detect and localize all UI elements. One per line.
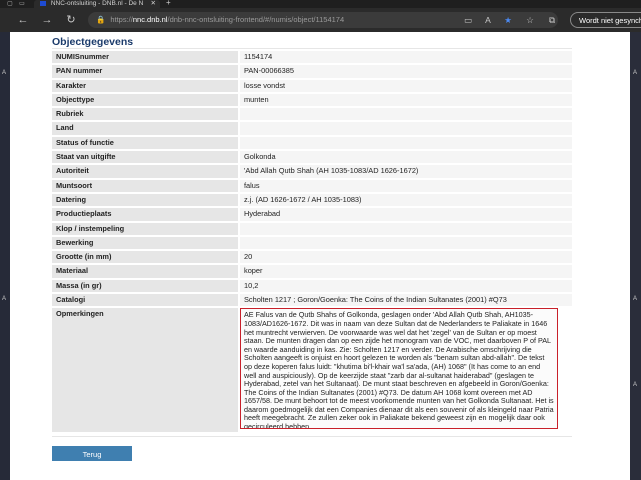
field-label: Klop / instempeling [52, 222, 238, 235]
page-content: Objectgegevens NUMISnummer 1154174 PAN num… [10, 32, 630, 480]
field-row: Land [52, 122, 572, 135]
desktop-label: A [2, 296, 7, 302]
field-label: NUMISnummer [52, 51, 238, 64]
field-label: Land [52, 122, 238, 135]
new-tab-icon[interactable]: + [166, 0, 171, 7]
cast-icon[interactable]: ▭ [462, 14, 474, 26]
object-details-table: NUMISnummer 1154174 PAN nummer PAN-00066385… [52, 51, 572, 434]
back-arrow-icon[interactable]: ← [16, 13, 30, 27]
field-value: munten [240, 93, 572, 107]
field-row: Grootte (in mm) 20 [52, 251, 572, 264]
forward-arrow-icon[interactable]: → [40, 13, 54, 27]
field-label: Datering [52, 193, 238, 207]
field-value: losse vondst [240, 79, 572, 92]
browser-tab-bar: ▢ ▭ NNC-ontsluiting - DNB.nl - De N ✕ + [0, 0, 641, 8]
field-label: Catalogi [52, 294, 238, 307]
field-row: Status of functie [52, 136, 572, 150]
field-label: Productieplaats [52, 208, 238, 221]
field-value: 1154174 [240, 51, 572, 64]
remarks-cell: AE Falus van de Qutb Shahs of Golkonda, … [240, 308, 572, 433]
desktop-label: A [633, 70, 638, 76]
address-host: nnc.dnb.nl [132, 15, 168, 24]
field-row: Staat van uitgifte Golkonda [52, 151, 572, 164]
favorite-star-icon[interactable]: ★ [502, 14, 514, 26]
field-value [240, 122, 572, 135]
field-row: Bewerking [52, 236, 572, 250]
profile-sync-button[interactable]: Wordt niet gesynchron [570, 12, 641, 28]
field-row: NUMISnummer 1154174 [52, 51, 572, 64]
title-divider [52, 48, 572, 49]
page-title: Objectgegevens [52, 36, 134, 48]
field-value: Hyderabad [240, 208, 572, 221]
field-label: Grootte (in mm) [52, 251, 238, 264]
browser-tab-active[interactable]: NNC-ontsluiting - DNB.nl - De N ✕ [34, 0, 160, 8]
field-row: Objecttype munten [52, 93, 572, 107]
bottom-divider [52, 436, 572, 437]
field-value: koper [240, 265, 572, 278]
sidebar-toggle-icon[interactable]: ▢ [6, 0, 14, 8]
site-favicon-icon [40, 0, 46, 6]
field-row: Autoriteit 'Abd Allah Qutb Shah (AH 1035-… [52, 165, 572, 178]
field-label: Objecttype [52, 93, 238, 107]
field-value: falus [240, 179, 572, 192]
field-label: Status of functie [52, 136, 238, 150]
field-row: PAN nummer PAN-00066385 [52, 65, 572, 78]
field-label: Autoriteit [52, 165, 238, 178]
field-value: PAN-00066385 [240, 65, 572, 78]
favorites-icon[interactable]: ☆ [524, 14, 536, 26]
field-value: Golkonda [240, 151, 572, 164]
field-value: 10,2 [240, 279, 572, 293]
desktop-left-edge: A A [0, 32, 10, 480]
collections-icon[interactable]: ⧉ [546, 14, 558, 26]
desktop-label: A [2, 70, 7, 76]
desktop-label: A [633, 382, 638, 388]
field-label: Staat van uitgifte [52, 151, 238, 164]
field-label: Muntsoort [52, 179, 238, 192]
field-value: 20 [240, 251, 572, 264]
field-value [240, 236, 572, 250]
field-row: Datering z.j. (AD 1626-1672 / AH 1035-108… [52, 193, 572, 207]
reload-icon[interactable]: ↻ [64, 13, 78, 27]
field-label: Rubriek [52, 108, 238, 121]
desktop-label: A [633, 296, 638, 302]
field-value: 'Abd Allah Qutb Shah (AH 1035-1083/AD 16… [240, 165, 572, 178]
field-value: z.j. (AD 1626-1672 / AH 1035-1083) [240, 193, 572, 207]
field-value [240, 108, 572, 121]
remarks-text: AE Falus van de Qutb Shahs of Golkonda, … [240, 308, 558, 430]
address-prefix: https:// [110, 15, 133, 24]
read-aloud-icon[interactable]: A [482, 14, 494, 26]
close-tab-icon[interactable]: ✕ [151, 0, 156, 8]
tab-actions-icon[interactable]: ▭ [18, 0, 26, 8]
field-value: Scholten 1217 ; Goron/Goenka: The Coins … [240, 294, 572, 307]
field-label: Bewerking [52, 236, 238, 250]
field-label: Materiaal [52, 265, 238, 278]
field-label: Karakter [52, 79, 238, 92]
desktop-right-edge: A A A [630, 32, 641, 480]
field-row: Massa (in gr) 10,2 [52, 279, 572, 293]
field-row: Karakter losse vondst [52, 79, 572, 92]
lock-icon: 🔒 [96, 15, 106, 24]
field-row: Productieplaats Hyderabad [52, 208, 572, 221]
address-path: /dnb-nnc-ontsluiting-frontend/#/numis/ob… [167, 15, 345, 24]
field-row: Materiaal koper [52, 265, 572, 278]
field-row: Muntsoort falus [52, 179, 572, 192]
field-label: Massa (in gr) [52, 279, 238, 293]
remarks-label: Opmerkingen [52, 308, 238, 433]
remarks-row: Opmerkingen AE Falus van de Qutb Shahs o… [52, 308, 572, 433]
field-value [240, 222, 572, 235]
back-button[interactable]: Terug [52, 446, 132, 461]
field-row: Klop / instempeling [52, 222, 572, 235]
field-value [240, 136, 572, 150]
browser-toolbar: ← → ↻ 🔒 https://nnc.dnb.nl/dnb-nnc-ontslu… [0, 8, 641, 32]
browser-tab-title: NNC-ontsluiting - DNB.nl - De N [50, 0, 144, 7]
field-label: PAN nummer [52, 65, 238, 78]
field-row: Catalogi Scholten 1217 ; Goron/Goenka: Th… [52, 294, 572, 307]
field-row: Rubriek [52, 108, 572, 121]
